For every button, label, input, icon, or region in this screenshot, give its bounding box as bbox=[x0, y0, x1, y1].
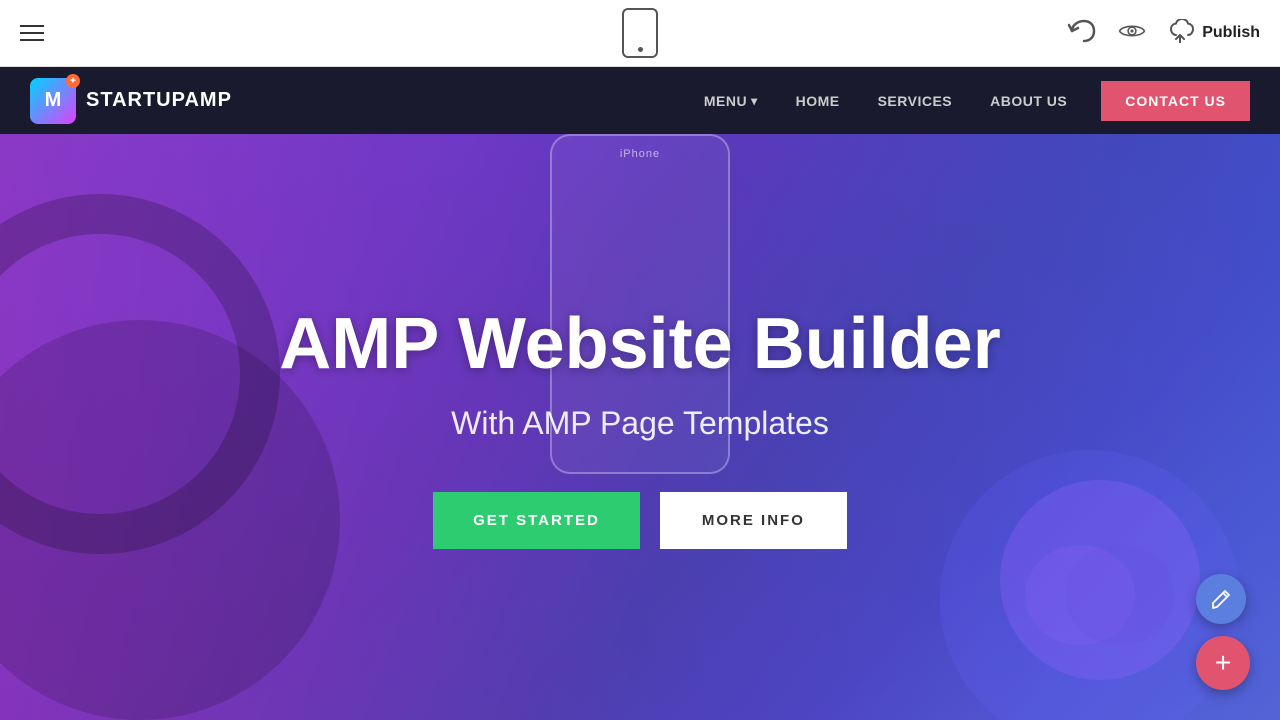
undo-icon[interactable] bbox=[1066, 17, 1098, 50]
hamburger-menu-icon[interactable] bbox=[20, 25, 44, 41]
publish-button[interactable]: Publish bbox=[1166, 19, 1260, 48]
toolbar-right: Publish bbox=[1066, 17, 1280, 50]
brand-logo: M ✦ bbox=[30, 78, 76, 124]
contact-us-button[interactable]: CONTACT US bbox=[1101, 81, 1250, 121]
get-started-button[interactable]: GET STARTED bbox=[433, 492, 640, 549]
brand-name: STARTUPAMP bbox=[86, 89, 232, 112]
edit-fab-button[interactable] bbox=[1196, 574, 1246, 624]
hero-right-decor bbox=[1020, 535, 1180, 660]
plus-icon: + bbox=[1215, 649, 1231, 677]
toolbar-left bbox=[0, 25, 44, 41]
cloud-upload-icon bbox=[1166, 19, 1194, 48]
hero-subtitle: With AMP Page Templates bbox=[279, 405, 1000, 442]
hero-section: iPhone AMP Website Builder With AMP Page… bbox=[0, 134, 1280, 720]
phone-label: iPhone bbox=[620, 148, 660, 160]
hero-content: AMP Website Builder With AMP Page Templa… bbox=[279, 305, 1000, 548]
brand-logo-letter: M bbox=[45, 89, 62, 112]
more-info-button[interactable]: MORE INFO bbox=[660, 492, 847, 549]
preview-eye-icon[interactable] bbox=[1118, 21, 1146, 46]
fab-container: + bbox=[1196, 574, 1250, 690]
nav-links: MENU HOME SERVICES ABOUT US CONTACT US bbox=[690, 81, 1250, 121]
add-fab-button[interactable]: + bbox=[1196, 636, 1250, 690]
navbar: M ✦ STARTUPAMP MENU HOME SERVICES ABOUT … bbox=[0, 67, 1280, 134]
publish-label: Publish bbox=[1202, 24, 1260, 42]
nav-item-services[interactable]: SERVICES bbox=[864, 85, 967, 117]
brand: M ✦ STARTUPAMP bbox=[30, 78, 232, 124]
phone-dot bbox=[638, 47, 643, 52]
hero-title: AMP Website Builder bbox=[279, 305, 1000, 384]
nav-item-menu[interactable]: MENU bbox=[690, 85, 772, 117]
toolbar: Publish bbox=[0, 0, 1280, 67]
toolbar-center bbox=[622, 8, 658, 58]
hero-buttons: GET STARTED MORE INFO bbox=[279, 492, 1000, 549]
nav-item-about[interactable]: ABOUT US bbox=[976, 85, 1081, 117]
nav-item-home[interactable]: HOME bbox=[782, 85, 854, 117]
mobile-preview-icon[interactable] bbox=[622, 8, 658, 58]
